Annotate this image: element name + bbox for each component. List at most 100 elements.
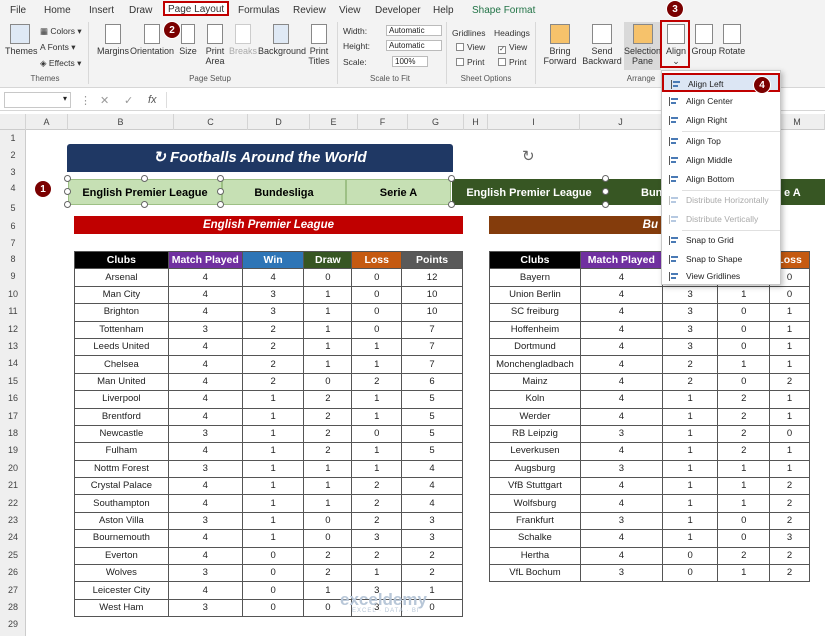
row-header[interactable]: 21 (0, 477, 26, 494)
table-cell[interactable]: Tottenham (74, 320, 169, 339)
selection-pane-button[interactable]: Selection Pane (624, 22, 661, 70)
table-cell[interactable]: 2 (303, 424, 353, 444)
table-cell[interactable]: Hoffenheim (489, 320, 581, 339)
table-cell[interactable]: 2 (351, 494, 403, 513)
table-cell[interactable]: 0 (717, 529, 771, 548)
row-header[interactable]: 6 (0, 218, 26, 235)
serie-a-button[interactable]: Serie A (346, 179, 451, 205)
table-cell[interactable]: 1 (241, 442, 305, 461)
table-cell[interactable]: 1 (241, 477, 305, 496)
table-cell[interactable]: 1 (661, 424, 719, 444)
row-header[interactable]: 9 (0, 268, 26, 285)
selection-handle[interactable] (217, 175, 224, 182)
bundesliga-button[interactable]: Bundesliga (222, 179, 346, 205)
table-cell[interactable]: 0 (303, 529, 353, 548)
table-cell[interactable]: Bournemouth (74, 529, 169, 548)
table-cell[interactable]: 2 (351, 477, 403, 496)
table-cell[interactable]: 1 (303, 337, 353, 357)
row-header[interactable]: 27 (0, 582, 26, 599)
row-header[interactable]: 3 (0, 164, 26, 181)
table-cell[interactable]: 0 (303, 511, 353, 531)
table-cell[interactable]: 3 (661, 285, 719, 305)
table-cell[interactable]: 0 (351, 285, 403, 305)
table-cell[interactable]: 3 (661, 320, 719, 339)
table-cell[interactable]: 1 (717, 285, 771, 305)
table-cell[interactable]: Schalke (489, 529, 581, 548)
table-cell[interactable]: 2 (241, 337, 305, 357)
row-header[interactable]: 20 (0, 460, 26, 477)
row-header[interactable]: 24 (0, 529, 26, 546)
serie-a-button-dark[interactable]: e A (781, 179, 825, 205)
selection-handle[interactable] (141, 175, 148, 182)
table-cell[interactable]: 1 (241, 390, 305, 409)
table-cell[interactable]: 4 (579, 268, 663, 287)
table-cell[interactable]: VfL Bochum (489, 564, 581, 583)
themes-button[interactable]: Themes (5, 24, 38, 56)
table-cell[interactable]: 1 (717, 459, 771, 479)
table-cell[interactable]: 2 (769, 546, 810, 566)
table-cell[interactable]: 1 (241, 494, 305, 513)
table-cell[interactable]: 2 (769, 477, 810, 496)
table-cell[interactable]: 4 (167, 546, 243, 566)
table-cell[interactable]: 7 (401, 355, 463, 374)
table-cell[interactable]: 0 (717, 372, 771, 392)
table-cell[interactable]: 1 (241, 459, 305, 479)
selection-handle[interactable] (217, 188, 224, 195)
table-cell[interactable]: 0 (351, 320, 403, 339)
row-header[interactable]: 12 (0, 321, 26, 338)
table-cell[interactable]: 0 (303, 372, 353, 392)
table-cell[interactable]: 3 (241, 303, 305, 322)
table-cell[interactable]: 4 (579, 320, 663, 339)
epl-button-dark[interactable]: English Premier League (452, 179, 606, 205)
table-cell[interactable]: 1 (717, 564, 771, 583)
table-cell[interactable]: 1 (661, 494, 719, 513)
colors-button[interactable]: ▦ Colors ▾ (40, 26, 82, 36)
table-cell[interactable]: 2 (241, 320, 305, 339)
table-cell[interactable]: 2 (769, 564, 810, 583)
table-cell[interactable]: 2 (769, 372, 810, 392)
table-cell[interactable]: 2 (351, 546, 403, 566)
bring-forward-button[interactable]: Bring Forward (540, 24, 580, 66)
tab-help[interactable]: Help (433, 3, 454, 18)
table-cell[interactable]: 1 (351, 459, 403, 479)
distribute-horizontally-item[interactable]: Distribute Horizontally (662, 191, 780, 210)
table-cell[interactable]: 1 (661, 529, 719, 548)
print-area-button[interactable]: Print Area (202, 24, 228, 66)
table-cell[interactable]: 2 (717, 390, 771, 409)
selection-handle[interactable] (141, 201, 148, 208)
table-cell[interactable]: 1 (241, 511, 305, 531)
table-cell[interactable]: 3 (167, 320, 243, 339)
table-cell[interactable]: 4 (579, 372, 663, 392)
selection-handle[interactable] (602, 188, 609, 195)
selection-handle[interactable] (64, 188, 71, 195)
align-top-item[interactable]: Align Top (662, 132, 780, 151)
table-cell[interactable]: 2 (351, 372, 403, 392)
table-cell[interactable]: Monchengladbach (489, 355, 581, 374)
table-cell[interactable]: 2 (769, 511, 810, 531)
row-header[interactable]: 26 (0, 564, 26, 581)
table-cell[interactable]: VfB Stuttgart (489, 477, 581, 496)
table-cell[interactable]: 0 (717, 337, 771, 357)
table-cell[interactable]: 1 (717, 494, 771, 513)
table-cell[interactable]: 2 (241, 372, 305, 392)
table-cell[interactable]: 4 (579, 494, 663, 513)
table-cell[interactable]: Everton (74, 546, 169, 566)
table-cell[interactable]: Man United (74, 372, 169, 392)
table-cell[interactable]: 1 (351, 355, 403, 374)
headings-print-checkbox[interactable]: Print (498, 57, 526, 67)
tab-shape-format[interactable]: Shape Format (472, 3, 535, 18)
table-cell[interactable]: 0 (351, 424, 403, 444)
table-cell[interactable]: 3 (401, 511, 463, 531)
cancel-icon[interactable]: ✕ (100, 94, 109, 107)
tab-page-layout[interactable]: Page Layout (163, 1, 230, 16)
table-cell[interactable]: Brighton (74, 303, 169, 322)
align-bottom-item[interactable]: Align Bottom (662, 170, 780, 189)
print-titles-button[interactable]: Print Titles (306, 24, 332, 66)
table-cell[interactable]: Man City (74, 285, 169, 305)
tab-file[interactable]: File (10, 3, 26, 18)
table-cell[interactable]: 3 (167, 598, 243, 618)
row-header[interactable]: 23 (0, 512, 26, 529)
table-cell[interactable]: 3 (661, 303, 719, 322)
rotate-handle-icon[interactable]: ↻ (153, 149, 170, 166)
column-header[interactable]: F (358, 114, 408, 130)
